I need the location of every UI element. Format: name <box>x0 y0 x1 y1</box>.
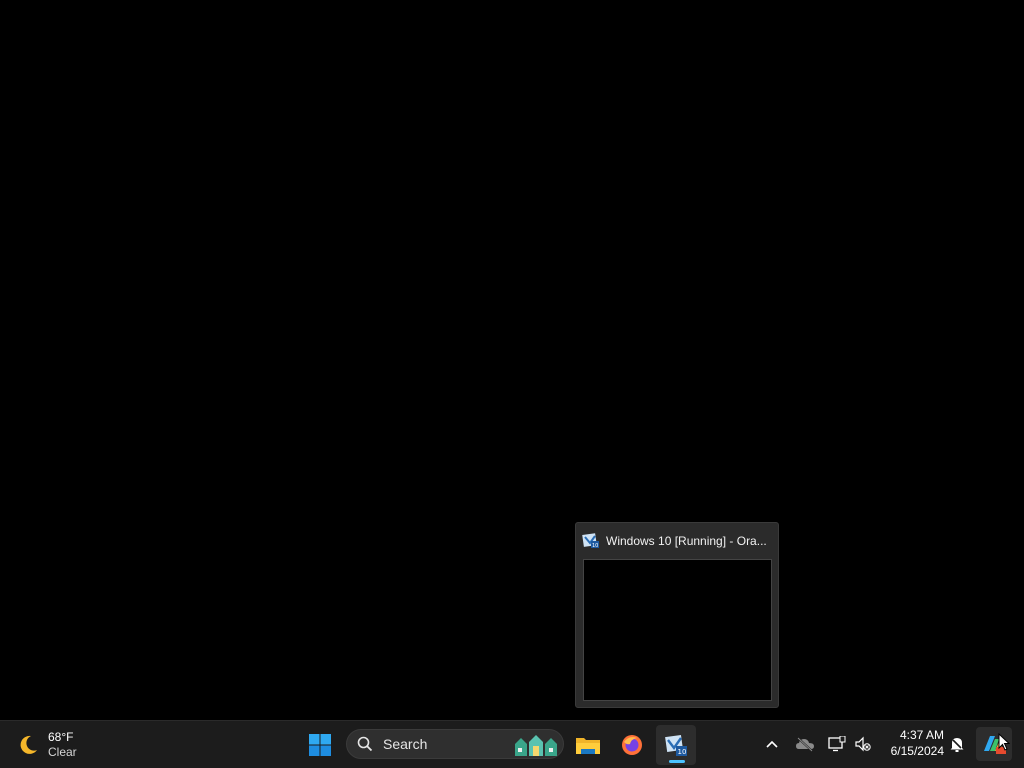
weather-text: 68°F Clear <box>48 730 77 760</box>
volume-muted-icon <box>855 736 871 752</box>
network-tray-button[interactable] <box>824 728 850 760</box>
folder-icon <box>576 738 600 754</box>
search-icon <box>357 736 373 752</box>
mouse-cursor-icon <box>998 733 1010 751</box>
onedrive-icon <box>796 737 814 752</box>
taskbar-search-box[interactable]: Search <box>346 729 564 759</box>
onedrive-tray-button[interactable] <box>792 728 818 760</box>
desktop <box>0 0 1024 720</box>
firefox-button[interactable] <box>612 725 652 765</box>
svg-text:10: 10 <box>592 543 598 549</box>
volume-tray-button[interactable] <box>851 728 875 760</box>
network-icon <box>828 736 846 752</box>
search-highlight-illustration <box>515 735 557 756</box>
weather-temperature: 68°F <box>48 730 74 744</box>
preview-title: Windows 10 [Running] - Ora... <box>606 534 767 548</box>
virtualbox-icon: 10 <box>665 734 687 756</box>
windows-logo-icon <box>309 734 331 756</box>
search-label: Search <box>383 736 428 752</box>
notification-button[interactable] <box>947 732 967 756</box>
taskbar-clock[interactable]: 4:37 AM 6/15/2024 <box>880 727 944 759</box>
active-app-indicator <box>669 760 685 763</box>
preview-thumbnail-image[interactable] <box>583 559 772 701</box>
taskbar-thumbnail-preview[interactable]: 10 Windows 10 [Running] - Ora... <box>575 522 779 708</box>
notification-bell-icon <box>950 738 964 752</box>
start-button[interactable] <box>300 725 340 765</box>
svg-text:10: 10 <box>678 748 687 756</box>
firefox-icon <box>622 735 642 755</box>
weather-widget[interactable]: 68°F Clear <box>16 727 77 763</box>
clock-date: 6/15/2024 <box>890 744 944 758</box>
virtualbox-icon: 10 <box>582 533 599 549</box>
preview-header: 10 Windows 10 [Running] - Ora... <box>582 531 767 551</box>
show-hidden-icons-button[interactable] <box>760 728 784 760</box>
virtualbox-button[interactable]: 10 <box>656 725 696 765</box>
clock-time: 4:37 AM <box>899 728 944 742</box>
moon-icon <box>20 735 37 754</box>
weather-condition: Clear <box>48 745 77 759</box>
chevron-up-icon <box>766 740 778 748</box>
file-explorer-button[interactable] <box>568 725 608 765</box>
